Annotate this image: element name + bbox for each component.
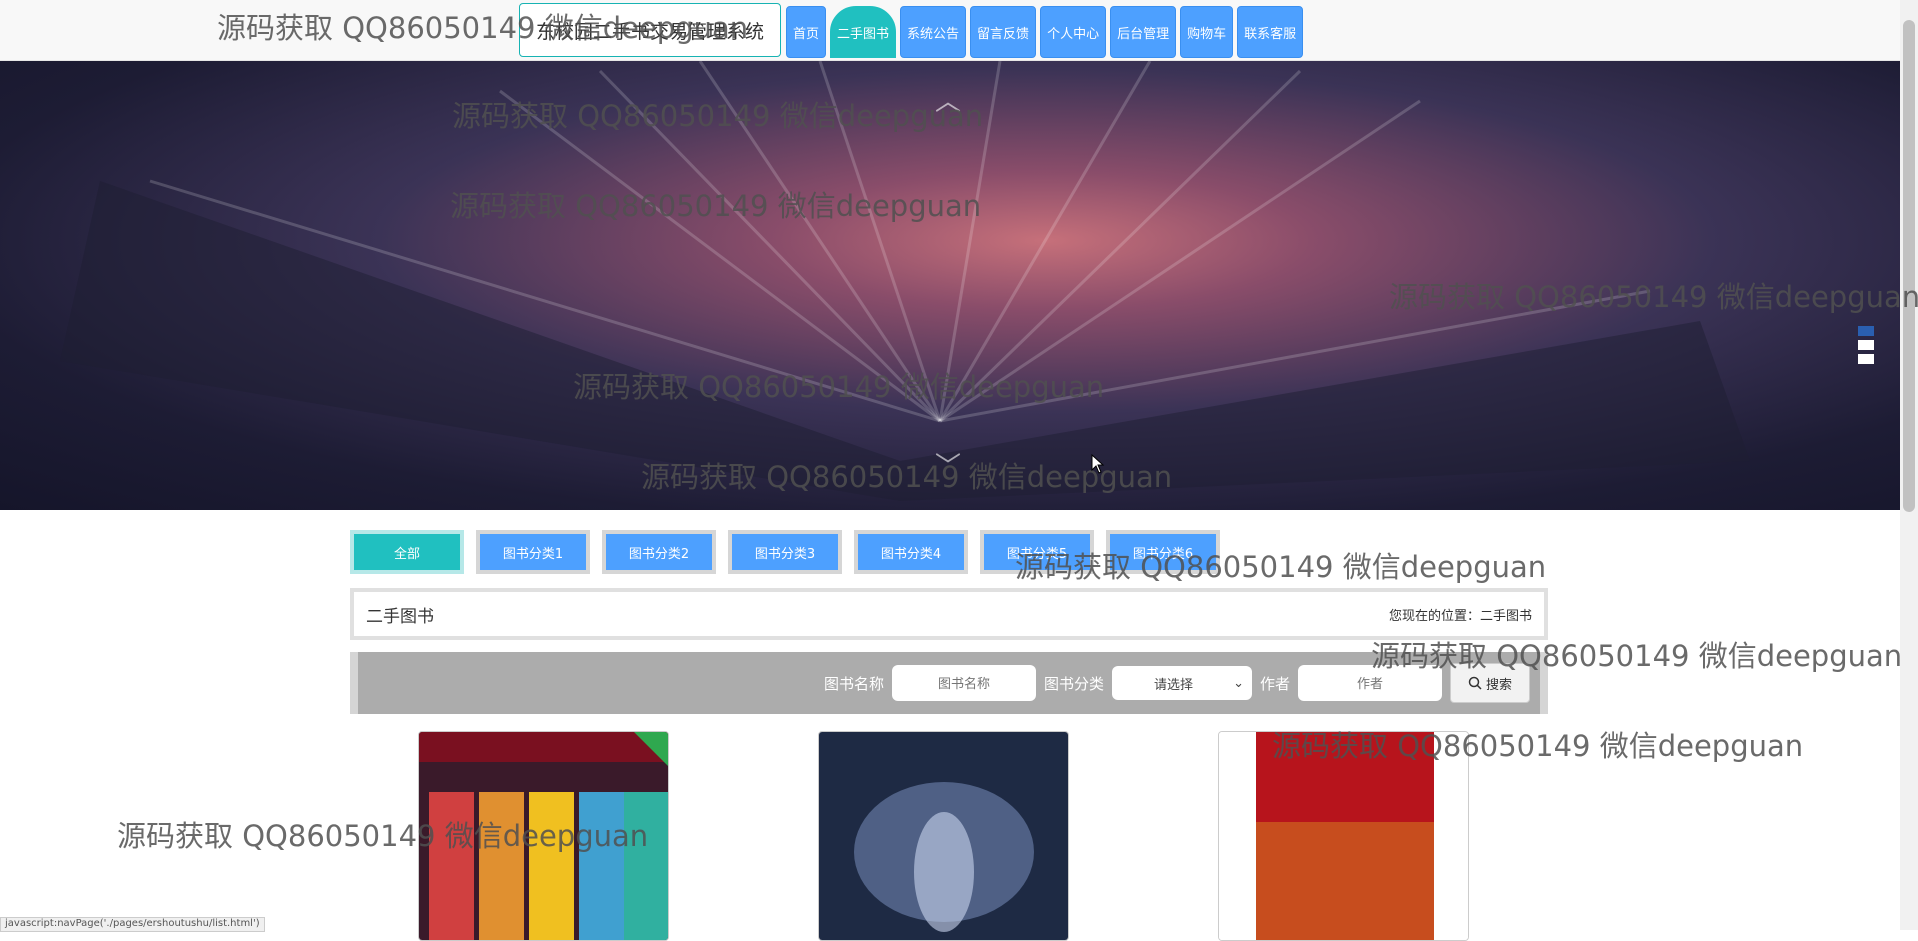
search-bar: 图书名称 图书分类 请选择 ⌄ 作者 搜索 — [350, 652, 1548, 714]
category-tab-2[interactable]: 图书分类2 — [602, 530, 716, 574]
page-scrollbar[interactable] — [1900, 0, 1918, 930]
nav-admin[interactable]: 后台管理 — [1110, 6, 1177, 58]
book-category-select[interactable]: 请选择 ⌄ — [1111, 666, 1252, 700]
book-category-label: 图书分类 — [1043, 674, 1104, 693]
book-cover-image — [1219, 732, 1468, 940]
category-select-value: 请选择 — [1153, 677, 1193, 693]
mouse-cursor-icon — [1091, 454, 1105, 474]
slider-dot[interactable] — [1858, 354, 1874, 364]
category-tab-all[interactable]: 全部 — [350, 530, 464, 574]
main-nav: 首页 二手图书 系统公告 留言反馈 个人中心 后台管理 购物车 联系客服 — [786, 6, 1304, 58]
nav-used-books[interactable]: 二手图书 — [830, 6, 897, 58]
category-tab-1[interactable]: 图书分类1 — [476, 530, 590, 574]
author-label: 作者 — [1259, 674, 1290, 693]
book-cover-image — [419, 732, 668, 940]
slider-dot[interactable] — [1858, 340, 1874, 350]
nav-support[interactable]: 联系客服 — [1237, 6, 1304, 58]
hero-banner-image: ︿ ﹀ — [0, 61, 1900, 510]
book-card[interactable] — [1218, 731, 1469, 941]
section-title: 二手图书 — [366, 606, 434, 627]
book-card[interactable] — [818, 731, 1069, 941]
chevron-down-icon[interactable]: ﹀ — [935, 446, 961, 483]
category-tabs: 全部 图书分类1 图书分类2 图书分类3 图书分类4 图书分类5 图书分类6 — [350, 530, 1220, 574]
search-button-label: 搜索 — [1485, 677, 1512, 693]
author-input[interactable] — [1298, 665, 1442, 701]
nav-announcements[interactable]: 系统公告 — [900, 6, 967, 58]
slider-dot[interactable] — [1858, 326, 1874, 336]
book-cover-image — [819, 732, 1068, 940]
scrollbar-thumb[interactable] — [1903, 20, 1915, 512]
open-book-illustration — [60, 61, 1750, 501]
nav-home[interactable]: 首页 — [786, 6, 827, 58]
site-title: 东校园二手书交易管理系统 — [519, 3, 781, 57]
top-navigation-bar: 东校园二手书交易管理系统 首页 二手图书 系统公告 留言反馈 个人中心 后台管理… — [0, 0, 1900, 61]
nav-cart[interactable]: 购物车 — [1180, 6, 1234, 58]
search-button[interactable]: 搜索 — [1450, 663, 1530, 703]
book-card[interactable] — [418, 731, 669, 941]
current-location: 您现在的位置：二手图书 — [1388, 608, 1532, 624]
search-icon — [1468, 676, 1482, 690]
chevron-up-icon[interactable]: ︿ — [935, 81, 961, 118]
book-name-label: 图书名称 — [823, 674, 884, 693]
category-tab-3[interactable]: 图书分类3 — [728, 530, 842, 574]
slider-pagination — [1858, 326, 1874, 364]
chevron-down-icon: ⌄ — [1233, 675, 1244, 691]
category-tab-4[interactable]: 图书分类4 — [854, 530, 968, 574]
category-tab-6[interactable]: 图书分类6 — [1106, 530, 1220, 574]
book-name-input[interactable] — [891, 665, 1036, 701]
nav-feedback[interactable]: 留言反馈 — [970, 6, 1037, 58]
breadcrumb: 二手图书 您现在的位置：二手图书 — [350, 588, 1548, 640]
category-tab-5[interactable]: 图书分类5 — [980, 530, 1094, 574]
nav-user-center[interactable]: 个人中心 — [1040, 6, 1107, 58]
book-grid — [418, 731, 1469, 941]
